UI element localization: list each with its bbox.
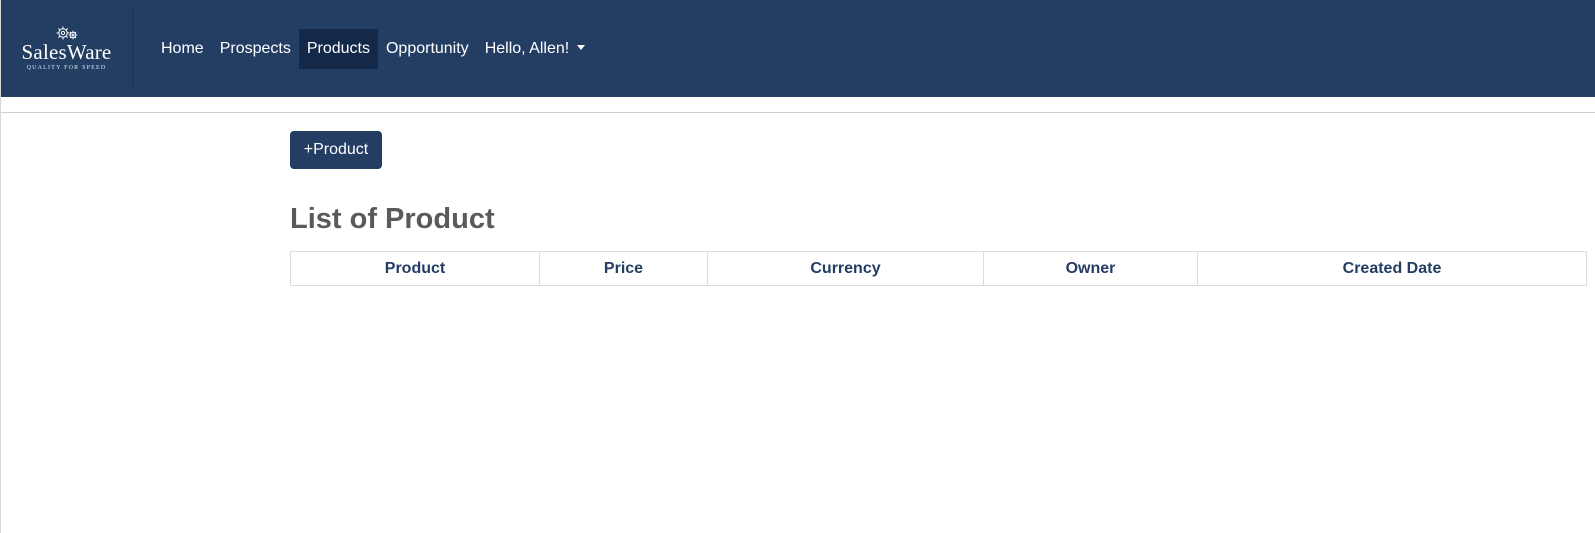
- sub-header-divider: [1, 97, 1595, 113]
- user-menu-dropdown[interactable]: Hello, Allen!: [477, 29, 594, 69]
- column-header-price[interactable]: Price: [539, 251, 708, 286]
- top-navbar: SalesWare QUALITY FOR SPEED Home Prospec…: [1, 0, 1595, 97]
- product-table: Product Price Currency Owner Created Dat…: [290, 251, 1587, 286]
- nav-home[interactable]: Home: [153, 29, 212, 69]
- brand-logo[interactable]: SalesWare QUALITY FOR SPEED: [1, 7, 133, 90]
- brand-name: SalesWare: [21, 39, 112, 64]
- nav-prospects[interactable]: Prospects: [212, 29, 299, 69]
- nav-opportunity[interactable]: Opportunity: [378, 29, 477, 69]
- nav-products[interactable]: Products: [298, 28, 378, 69]
- column-header-product[interactable]: Product: [290, 251, 540, 286]
- page-title: List of Product: [290, 203, 495, 235]
- caret-down-icon: [577, 44, 586, 50]
- main-nav: Home Prospects Products Opportunity Hell…: [153, 28, 594, 69]
- app-window: SalesWare QUALITY FOR SPEED Home Prospec…: [0, 0, 1595, 533]
- gears-icon: [56, 26, 77, 39]
- user-greeting: Hello, Allen!: [484, 39, 570, 57]
- add-product-button[interactable]: +Product: [290, 131, 382, 169]
- table-header-row: Product Price Currency Owner Created Dat…: [290, 251, 1587, 286]
- column-header-created-date[interactable]: Created Date: [1197, 251, 1587, 286]
- column-header-currency[interactable]: Currency: [707, 251, 984, 286]
- column-header-owner[interactable]: Owner: [983, 251, 1198, 286]
- brand-tagline: QUALITY FOR SPEED: [26, 64, 107, 71]
